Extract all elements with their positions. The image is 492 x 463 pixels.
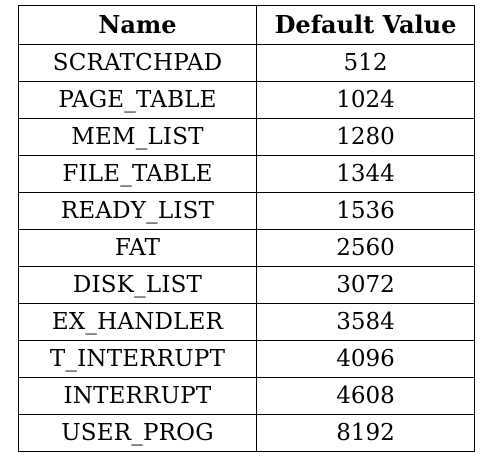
row-default-value: 512: [256, 44, 475, 82]
row-name: DISK_LIST: [18, 266, 257, 304]
row-name: MEM_LIST: [18, 118, 257, 156]
row-name: INTERRUPT: [18, 377, 257, 415]
row-name: EX_HANDLER: [18, 303, 257, 341]
table-row: USER_PROG 8192: [18, 414, 475, 452]
column-header-default-value: Default Value: [256, 5, 475, 45]
default-values-table: Name Default Value SCRATCHPAD 512 PAGE_T…: [18, 5, 475, 452]
table-row: PAGE_TABLE 1024: [18, 81, 475, 119]
row-default-value: 1024: [256, 81, 475, 119]
row-name: SCRATCHPAD: [18, 44, 257, 82]
column-header-name: Name: [18, 5, 257, 45]
table-row: FILE_TABLE 1344: [18, 155, 475, 193]
table-row: READY_LIST 1536: [18, 192, 475, 230]
row-name: PAGE_TABLE: [18, 81, 257, 119]
row-default-value: 4096: [256, 340, 475, 378]
row-default-value: 3072: [256, 266, 475, 304]
row-name: FILE_TABLE: [18, 155, 257, 193]
row-default-value: 8192: [256, 414, 475, 452]
row-default-value: 4608: [256, 377, 475, 415]
row-default-value: 1344: [256, 155, 475, 193]
row-default-value: 1280: [256, 118, 475, 156]
table-row: T_INTERRUPT 4096: [18, 340, 475, 378]
row-name: T_INTERRUPT: [18, 340, 257, 378]
row-name: READY_LIST: [18, 192, 257, 230]
table-row: EX_HANDLER 3584: [18, 303, 475, 341]
row-default-value: 1536: [256, 192, 475, 230]
table-row: INTERRUPT 4608: [18, 377, 475, 415]
table-header-row: Name Default Value: [18, 5, 475, 45]
table-row: MEM_LIST 1280: [18, 118, 475, 156]
table-row: DISK_LIST 3072: [18, 266, 475, 304]
row-name: FAT: [18, 229, 257, 267]
table-row: SCRATCHPAD 512: [18, 44, 475, 82]
row-name: USER_PROG: [18, 414, 257, 452]
row-default-value: 2560: [256, 229, 475, 267]
row-default-value: 3584: [256, 303, 475, 341]
table-row: FAT 2560: [18, 229, 475, 267]
